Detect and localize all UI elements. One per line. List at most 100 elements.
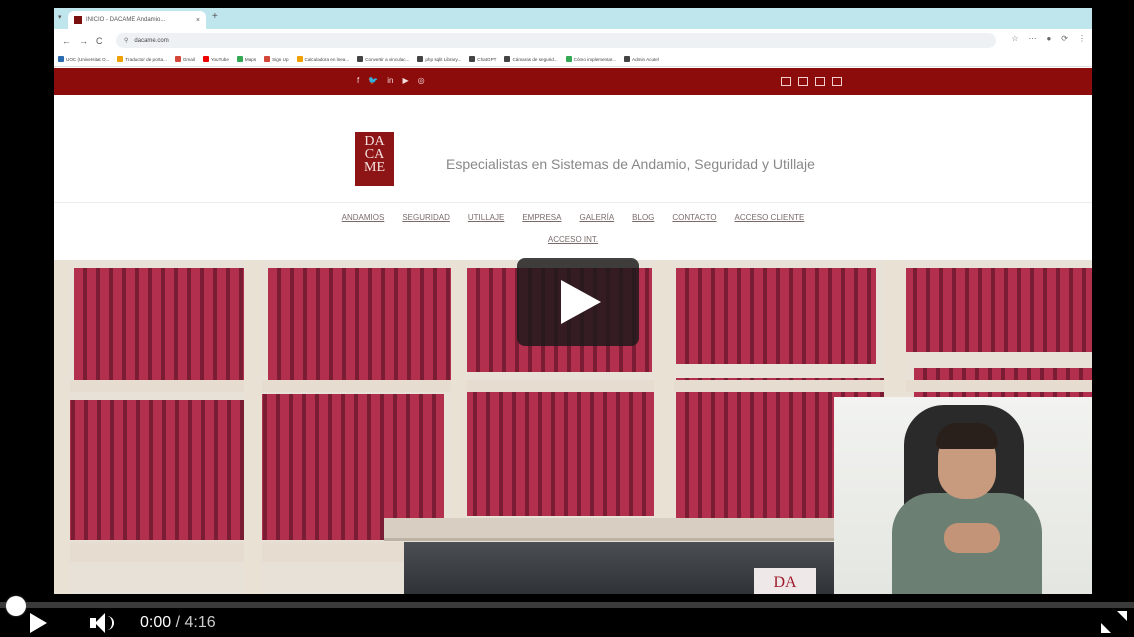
big-play-button[interactable] (517, 258, 639, 346)
bookmark-item: UOC (Universitat O... (58, 56, 109, 62)
facade-panel (904, 268, 1092, 352)
bookmark-label: php sqlit Library... (425, 56, 462, 62)
entrance-canopy (384, 518, 884, 541)
phone-icon (781, 77, 791, 86)
bookmark-item: Traductor de porta... (117, 56, 167, 62)
volume-icon[interactable] (90, 613, 116, 633)
toolbar-extension-icons: ☆ ⋯ ● ⟳ ⋮ (1011, 34, 1086, 43)
video-frame[interactable]: ▾ INICIO - DACAME Andamio... × + ← → C ⚲… (0, 0, 1134, 594)
header-divider (54, 202, 1092, 203)
toolbar-extension-icon: ⋯ (1028, 34, 1037, 43)
bookmark-label: Cómo implementar... (573, 56, 617, 62)
tab-list-icon: ▾ (58, 14, 62, 21)
bookmark-item: Maps (236, 56, 257, 62)
time-display: 0:00 / 4:16 (140, 614, 216, 632)
browser-tab: INICIO - DACAME Andamio... × (68, 11, 206, 29)
mail-icon (798, 77, 808, 86)
video-controls: 0:00 / 4:16 (0, 594, 1134, 637)
bookmark-label: ChatGPT (477, 56, 497, 62)
bookmark-favicon-icon (236, 56, 243, 62)
facade-pillar (54, 260, 70, 594)
facade-panel (62, 400, 244, 540)
nav-item-empresa: EMPRESA (522, 213, 562, 222)
presenter-hair (936, 423, 998, 449)
bookmark-label: UOC (Universitat O... (66, 56, 110, 62)
presenter-hands (944, 523, 1000, 553)
back-arrow-icon: ← (62, 35, 71, 46)
bookmark-favicon-icon (202, 56, 209, 62)
bookmark-favicon-icon (417, 56, 424, 62)
new-tab-icon: + (212, 11, 218, 22)
bookmark-label: Maps (244, 56, 257, 62)
facade-panel (464, 386, 654, 516)
nav-row-1: ANDAMIOS SEGURIDAD UTILLAJE EMPRESA GALERÍA B… (54, 213, 1092, 222)
nav-item-galer-a: GALERÍA (579, 213, 615, 222)
bookmark-item: Calculadora en lnea... (296, 56, 350, 62)
facade-panel (676, 268, 876, 364)
bookmark-favicon-icon (565, 56, 572, 62)
bookmark-favicon-icon (174, 56, 181, 62)
contact-icons (781, 77, 842, 86)
reload-icon: C (96, 35, 103, 46)
bookmarks-bar: UOC (Universitat O... Traductor de porta.… (54, 52, 1092, 67)
social-link-icon: 🐦 (368, 76, 379, 85)
bookmark-label: YouTube (210, 56, 229, 62)
fullscreen-arrow (1101, 623, 1111, 633)
site-info-icon: ⚲ (124, 38, 129, 44)
nav-item-acceso-cliente: ACCESO CLIENTE (734, 213, 805, 222)
location-icon (815, 77, 825, 86)
nav-item-seguridad: SEGURIDAD (402, 213, 450, 222)
bookmark-item: Convertir a vinculac... (357, 56, 409, 62)
facade-panel (268, 268, 453, 380)
nav-item-acceso-int: ACCESO INT. (547, 235, 599, 244)
building-logo: DA (754, 568, 816, 594)
facade-beam (54, 380, 1092, 392)
social-link-icon: ◎ (417, 76, 425, 85)
forward-arrow-icon: → (79, 35, 88, 46)
social-links: f 🐦 in ▶ ◎ (357, 76, 425, 85)
webcam-overlay (834, 397, 1092, 594)
tab-title: INICIO - DACAME Andamio... (86, 17, 166, 23)
fullscreen-arrow (1117, 611, 1127, 621)
facade-pillar (884, 260, 906, 410)
play-icon[interactable] (30, 613, 47, 633)
bookmark-item: YouTube (202, 56, 229, 62)
nav-item-blog: BLOG (632, 213, 655, 222)
bookmark-label: Calculadora en lnea... (304, 56, 350, 62)
bookmark-favicon-icon (117, 56, 124, 62)
bookmark-favicon-icon (469, 56, 476, 62)
site-main-nav: ANDAMIOS SEGURIDAD UTILLAJE EMPRESA GALERÍA B… (54, 209, 1092, 244)
address-url: dacame.com (134, 37, 169, 44)
language-icon (832, 77, 842, 86)
bookmark-favicon-icon (58, 56, 64, 62)
social-link-icon: f (357, 76, 360, 85)
bookmark-label: Traductor de porta... (125, 56, 167, 62)
current-time: 0:00 (140, 614, 172, 631)
dacame-logo: DA CA ME (355, 132, 394, 186)
bookmark-item: php sqlit Library... (417, 56, 461, 62)
duration: / 4:16 (175, 614, 216, 631)
bookmark-item: Admin Acutel (624, 56, 659, 62)
bookmark-item: Cómo implementar... (565, 56, 617, 62)
facade-panel (74, 268, 254, 380)
facade-pillar (244, 260, 262, 594)
bookmark-label: Gmail (182, 56, 195, 62)
bookmark-label: Convertir a vinculac... (365, 56, 410, 62)
bookmark-favicon-icon (296, 56, 303, 62)
bookmark-item: ChatGPT (469, 56, 496, 62)
bookmark-item: Sign Up (264, 56, 289, 62)
bookmark-favicon-icon (357, 56, 364, 62)
nav-row-2: ACCESO INT. (54, 235, 1092, 244)
nav-item-andamios: ANDAMIOS (341, 213, 385, 222)
browser-toolbar: ← → C ⚲ dacame.com ☆ ⋯ ● ⟳ ⋮ (54, 29, 1092, 52)
progress-bar[interactable] (0, 596, 1134, 616)
site-tagline: Especialistas en Sistemas de Andamio, Se… (446, 156, 815, 172)
bookmark-item: Gmail (174, 56, 195, 62)
bookmark-favicon-icon (264, 56, 271, 62)
bookmark-favicon-icon (504, 56, 511, 62)
tab-close-icon: × (195, 16, 200, 24)
social-link-icon: in (387, 76, 394, 85)
progress-handle[interactable] (6, 596, 26, 616)
fullscreen-icon[interactable] (1101, 611, 1127, 633)
sound-wave (104, 616, 114, 630)
